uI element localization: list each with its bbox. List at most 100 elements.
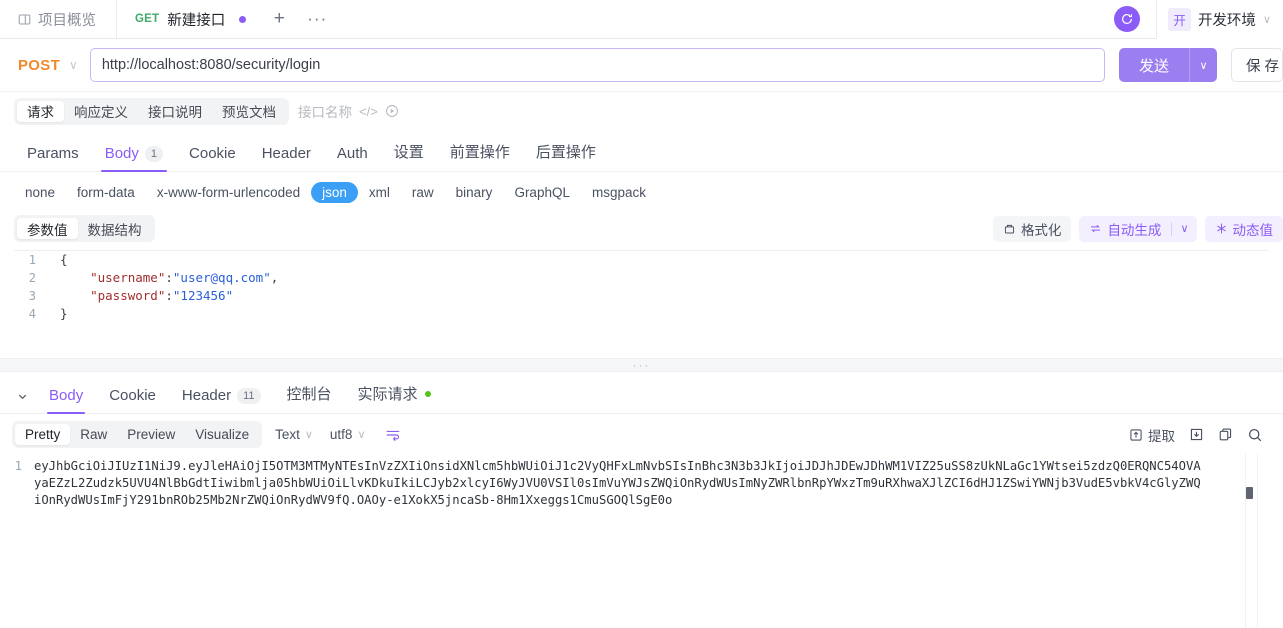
status-dot — [425, 391, 431, 397]
body-type-xml[interactable]: xml — [358, 182, 401, 203]
autogen-options-button[interactable]: ∨ — [1172, 222, 1196, 235]
extract-icon — [1129, 428, 1143, 442]
sparkle-icon — [1215, 222, 1228, 235]
response-tab-actual-request-label: 实际请求 — [358, 383, 418, 404]
subnav-item-response-def[interactable]: 响应定义 — [64, 101, 138, 122]
environment-selector[interactable]: 开 开发环境 ∨ — [1156, 0, 1283, 39]
sync-button[interactable] — [1114, 6, 1140, 32]
ellipsis-icon: ··· — [307, 9, 327, 29]
search-icon — [1247, 427, 1263, 443]
subnav-item-preview-doc[interactable]: 预览文档 — [212, 101, 286, 122]
body-type-urlencoded[interactable]: x-www-form-urlencoded — [146, 182, 311, 203]
search-button[interactable] — [1247, 427, 1263, 443]
tab-strip-right: 开 开发环境 ∨ — [1114, 0, 1283, 38]
url-input[interactable] — [90, 48, 1105, 82]
send-options-button[interactable]: ∨ — [1189, 48, 1217, 82]
run-icon[interactable] — [385, 104, 399, 118]
copy-icon — [1218, 427, 1233, 442]
url-bar: POST ∨ 发送 ∨ 保 存 — [0, 39, 1283, 92]
environment-badge: 开 — [1168, 8, 1191, 31]
tab-cookie-label: Cookie — [189, 145, 236, 162]
save-button[interactable]: 保 存 — [1231, 48, 1283, 82]
http-method-select[interactable]: POST ∨ — [14, 57, 90, 74]
line-number: 4 — [14, 305, 48, 323]
response-body-text: eyJhbGciOiJIUzI1NiJ9.eyJleHAiOjI5OTM3MTM… — [34, 458, 1249, 509]
format-button[interactable]: 格式化 — [993, 216, 1072, 242]
tab-post-operation[interactable]: 后置操作 — [523, 141, 609, 171]
response-tab-body[interactable]: Body — [36, 387, 96, 413]
subnav-item-api-desc[interactable]: 接口说明 — [138, 101, 212, 122]
api-name-placeholder[interactable]: 接口名称 — [298, 101, 352, 121]
tab-header[interactable]: Header — [249, 145, 324, 171]
extract-button-label: 提取 — [1148, 425, 1175, 445]
body-type-form-data-label: form-data — [77, 185, 135, 200]
copy-button[interactable] — [1218, 427, 1233, 442]
autogen-button[interactable]: 自动生成 — [1079, 216, 1171, 242]
extract-button[interactable]: 提取 — [1129, 425, 1175, 445]
body-type-graphql[interactable]: GraphQL — [503, 182, 581, 203]
editor-tab-param-value[interactable]: 参数值 — [17, 218, 78, 239]
dynamic-value-button[interactable]: 动态值 — [1205, 216, 1283, 242]
body-type-binary[interactable]: binary — [445, 182, 504, 203]
code-icon[interactable]: </> — [359, 104, 378, 119]
body-type-msgpack[interactable]: msgpack — [581, 182, 657, 203]
line-number: 2 — [14, 269, 48, 287]
response-body-viewer[interactable]: 1 eyJhbGciOiJIUzI1NiJ9.eyJleHAiOjI5OTM3M… — [0, 454, 1283, 628]
tab-more-button[interactable]: ··· — [298, 0, 336, 38]
code-line: 4 } — [14, 305, 1269, 323]
new-tab-button[interactable]: + — [260, 0, 298, 38]
body-type-raw[interactable]: raw — [401, 182, 445, 203]
chevron-down-icon: ∨ — [69, 58, 78, 72]
code-text: "password":"123456" — [60, 287, 233, 305]
view-mode-raw-label: Raw — [80, 427, 107, 442]
body-type-json[interactable]: json — [311, 182, 358, 203]
body-type-none[interactable]: none — [14, 182, 66, 203]
editor-tab-data-structure-label: 数据结构 — [88, 219, 142, 239]
encoding-select-value: utf8 — [330, 427, 353, 442]
panel-splitter[interactable]: ··· — [0, 358, 1283, 372]
layout-icon — [18, 13, 31, 26]
magic-wand-icon — [1003, 222, 1016, 235]
response-tab-cookie[interactable]: Cookie — [96, 387, 169, 413]
scrollbar-track[interactable] — [1245, 454, 1254, 628]
tab-body[interactable]: Body 1 — [92, 145, 176, 171]
body-type-json-label: json — [322, 185, 347, 200]
editor-view-segment: 参数值 数据结构 — [14, 215, 155, 242]
body-type-msgpack-label: msgpack — [592, 185, 646, 200]
tab-cookie[interactable]: Cookie — [176, 145, 249, 171]
subnav-item-response-def-label: 响应定义 — [74, 101, 128, 121]
tab-settings[interactable]: 设置 — [381, 141, 437, 171]
response-tab-header-badge: 11 — [237, 388, 260, 404]
line-number: 3 — [14, 287, 48, 305]
response-tab-console[interactable]: 控制台 — [274, 383, 345, 413]
content-type-select[interactable]: Text ∨ — [271, 427, 317, 442]
encoding-select[interactable]: utf8 ∨ — [326, 427, 370, 442]
tab-params[interactable]: Params — [14, 145, 92, 171]
view-mode-pretty[interactable]: Pretty — [15, 424, 70, 445]
autogen-button-label: 自动生成 — [1107, 219, 1161, 239]
view-mode-preview[interactable]: Preview — [117, 424, 185, 445]
scrollbar-thumb[interactable] — [1246, 487, 1253, 499]
subnav-item-request[interactable]: 请求 — [17, 101, 64, 122]
body-type-row: none form-data x-www-form-urlencoded jso… — [0, 172, 1283, 211]
view-mode-visualize[interactable]: Visualize — [185, 424, 259, 445]
tab-api-name-label: 新建接口 — [167, 9, 225, 30]
body-type-binary-label: binary — [456, 185, 493, 200]
response-tab-header[interactable]: Header 11 — [169, 387, 274, 413]
body-type-form-data[interactable]: form-data — [66, 182, 146, 203]
tab-api-request[interactable]: GET 新建接口 — [117, 0, 260, 38]
collapse-response-button[interactable] — [8, 380, 36, 413]
download-button[interactable] — [1189, 427, 1204, 442]
response-tab-console-label: 控制台 — [287, 383, 332, 404]
editor-tab-data-structure[interactable]: 数据结构 — [78, 218, 152, 239]
tab-pre-operation-label: 前置操作 — [450, 141, 510, 162]
view-mode-raw[interactable]: Raw — [70, 424, 117, 445]
tab-project-overview[interactable]: 项目概览 — [0, 0, 117, 38]
word-wrap-icon[interactable] — [379, 428, 407, 442]
view-mode-preview-label: Preview — [127, 427, 175, 442]
response-tab-actual-request[interactable]: 实际请求 — [345, 383, 444, 413]
send-button[interactable]: 发送 — [1119, 48, 1189, 82]
request-body-editor[interactable]: 1 { 2 "username":"user@qq.com", 3 "passw… — [14, 250, 1269, 358]
tab-pre-operation[interactable]: 前置操作 — [437, 141, 523, 171]
tab-auth[interactable]: Auth — [324, 145, 381, 171]
